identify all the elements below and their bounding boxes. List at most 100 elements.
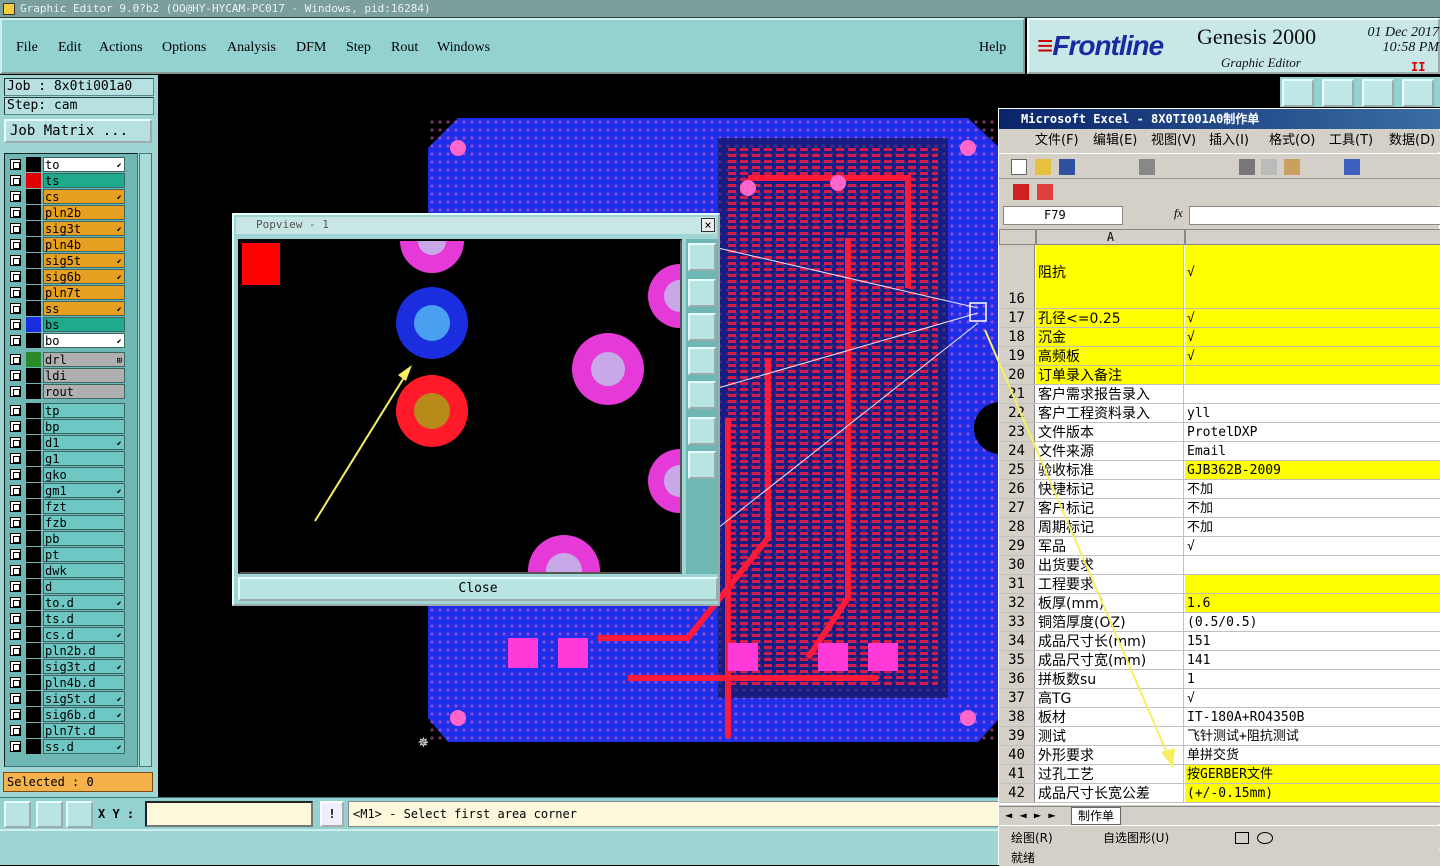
layer-name[interactable]: bs bbox=[43, 317, 125, 332]
layer-row[interactable]: rout bbox=[7, 384, 125, 399]
layer-name[interactable]: pln4b bbox=[43, 237, 125, 252]
autoshape-menu[interactable]: 自选图形(U) bbox=[1103, 826, 1169, 850]
layer-checkbox[interactable] bbox=[10, 549, 21, 560]
xy-input[interactable] bbox=[145, 801, 313, 827]
menu-options[interactable]: Options bbox=[162, 40, 206, 56]
excel-menu-file[interactable]: 文件(F) bbox=[1035, 130, 1079, 152]
layer-name[interactable]: pb bbox=[43, 531, 125, 546]
layer-row[interactable]: pt bbox=[7, 547, 125, 562]
layer-row[interactable]: pln7t bbox=[7, 285, 125, 300]
layer-row[interactable]: ts bbox=[7, 173, 125, 188]
layer-name[interactable]: sig6b ⬋ bbox=[43, 269, 125, 284]
layer-color-swatch[interactable] bbox=[26, 317, 41, 332]
layer-name[interactable]: tp bbox=[43, 403, 125, 418]
job-matrix-button[interactable]: Job Matrix ... bbox=[4, 119, 152, 143]
grid-tool-button[interactable] bbox=[66, 801, 93, 828]
layer-row[interactable]: sig5t ⬋ bbox=[7, 253, 125, 268]
layer-color-swatch[interactable] bbox=[26, 301, 41, 316]
popview-close-icon[interactable]: × bbox=[701, 218, 715, 232]
layer-name[interactable]: ts.d bbox=[43, 611, 125, 626]
cell-b[interactable]: ProtelDXP bbox=[1185, 423, 1440, 441]
excel-menu-data[interactable]: 数据(D) bbox=[1389, 130, 1435, 152]
cell-b[interactable]: IT-180A+RO4350B bbox=[1185, 708, 1440, 726]
layer-checkbox[interactable] bbox=[10, 386, 21, 397]
excel-menu-insert[interactable]: 插入(I) bbox=[1209, 130, 1249, 152]
layer-name[interactable]: rout bbox=[43, 384, 125, 399]
layer-row[interactable]: bp bbox=[7, 419, 125, 434]
rectangle-icon[interactable] bbox=[1235, 832, 1249, 844]
cell-b[interactable]: √ bbox=[1185, 689, 1440, 707]
cell-b[interactable]: (0.5/0.5) bbox=[1185, 613, 1440, 631]
menu-actions[interactable]: Actions bbox=[99, 40, 143, 56]
print-icon[interactable] bbox=[1139, 159, 1155, 175]
layer-name[interactable]: sig5t ⬋ bbox=[43, 253, 125, 268]
layer-row[interactable]: pln4b bbox=[7, 237, 125, 252]
layer-name[interactable]: pln7t.d bbox=[43, 723, 125, 738]
layer-name[interactable]: pln4b.d bbox=[43, 675, 125, 690]
layer-checkbox[interactable] bbox=[10, 191, 21, 202]
cell-b[interactable]: yll bbox=[1185, 404, 1440, 422]
layer-name[interactable]: ldi bbox=[43, 368, 125, 383]
layer-row[interactable]: pb bbox=[7, 531, 125, 546]
layer-checkbox[interactable] bbox=[10, 207, 21, 218]
menu-rout[interactable]: Rout bbox=[391, 40, 418, 56]
layer-name[interactable]: to ⬋ bbox=[43, 157, 125, 172]
layer-row[interactable]: sig6b.d ⬋ bbox=[7, 707, 125, 722]
layer-color-swatch[interactable] bbox=[26, 253, 41, 268]
layer-checkbox[interactable] bbox=[10, 319, 21, 330]
layer-color-swatch[interactable] bbox=[26, 627, 41, 642]
layer-row[interactable]: ss.d ⬋ bbox=[7, 739, 125, 754]
layer-color-swatch[interactable] bbox=[26, 579, 41, 594]
layer-row[interactable]: to ⬋ bbox=[7, 157, 125, 172]
layer-row[interactable]: ts.d bbox=[7, 611, 125, 626]
cell-b[interactable] bbox=[1185, 575, 1440, 593]
cell-b[interactable]: 单拼交货 bbox=[1185, 746, 1440, 764]
cell-b[interactable]: Email bbox=[1185, 442, 1440, 460]
layer-row[interactable]: fzt bbox=[7, 499, 125, 514]
layer-row[interactable]: drl ⊞ bbox=[7, 352, 125, 367]
name-box[interactable]: F79 bbox=[1003, 206, 1123, 225]
layer-checkbox[interactable] bbox=[10, 469, 21, 480]
layer-color-swatch[interactable] bbox=[26, 499, 41, 514]
popview-canvas[interactable] bbox=[238, 239, 682, 574]
cell-b[interactable]: 不加 bbox=[1185, 499, 1440, 517]
layer-checkbox[interactable] bbox=[10, 533, 21, 544]
layer-row[interactable]: d bbox=[7, 579, 125, 594]
layer-checkbox[interactable] bbox=[10, 437, 21, 448]
layer-name[interactable]: gm1 ⬋ bbox=[43, 483, 125, 498]
popview-pan-left-button[interactable] bbox=[688, 347, 716, 375]
layer-color-swatch[interactable] bbox=[26, 333, 41, 348]
layer-name[interactable]: dwk bbox=[43, 563, 125, 578]
layer-name[interactable]: ss.d ⬋ bbox=[43, 739, 125, 754]
excel-menu-view[interactable]: 视图(V) bbox=[1151, 130, 1196, 152]
layer-name[interactable]: ts bbox=[43, 173, 125, 188]
layer-checkbox[interactable] bbox=[10, 421, 21, 432]
popview-pan-up-button[interactable] bbox=[688, 279, 716, 307]
excel-menu-format[interactable]: 格式(O) bbox=[1269, 130, 1315, 152]
menu-step[interactable]: Step bbox=[346, 40, 371, 56]
cell-b[interactable] bbox=[1185, 556, 1440, 574]
menu-windows[interactable]: Windows bbox=[437, 40, 490, 56]
layer-checkbox[interactable] bbox=[10, 335, 21, 346]
layer-color-swatch[interactable] bbox=[26, 643, 41, 658]
layer-checkbox[interactable] bbox=[10, 565, 21, 576]
layer-checkbox[interactable] bbox=[10, 661, 21, 672]
row-number[interactable]: 42 bbox=[999, 784, 1035, 802]
layer-name[interactable]: sig5t.d ⬋ bbox=[43, 691, 125, 706]
window-view-button[interactable] bbox=[1402, 79, 1434, 107]
new-icon[interactable] bbox=[1011, 159, 1027, 175]
layer-checkbox[interactable] bbox=[10, 239, 21, 250]
layer-checkbox[interactable] bbox=[10, 255, 21, 266]
layer-color-swatch[interactable] bbox=[26, 189, 41, 204]
layer-name[interactable]: g1 bbox=[43, 451, 125, 466]
layer-name[interactable]: bp bbox=[43, 419, 125, 434]
layer-name[interactable]: d1 ⬋ bbox=[43, 435, 125, 450]
layer-color-swatch[interactable] bbox=[26, 368, 41, 383]
layer-checkbox[interactable] bbox=[10, 741, 21, 752]
layer-color-swatch[interactable] bbox=[26, 435, 41, 450]
layer-row[interactable]: d1 ⬋ bbox=[7, 435, 125, 450]
layer-color-swatch[interactable] bbox=[26, 723, 41, 738]
layer-color-swatch[interactable] bbox=[26, 595, 41, 610]
cut-icon[interactable] bbox=[1239, 159, 1255, 175]
layer-name[interactable]: sig6b.d ⬋ bbox=[43, 707, 125, 722]
